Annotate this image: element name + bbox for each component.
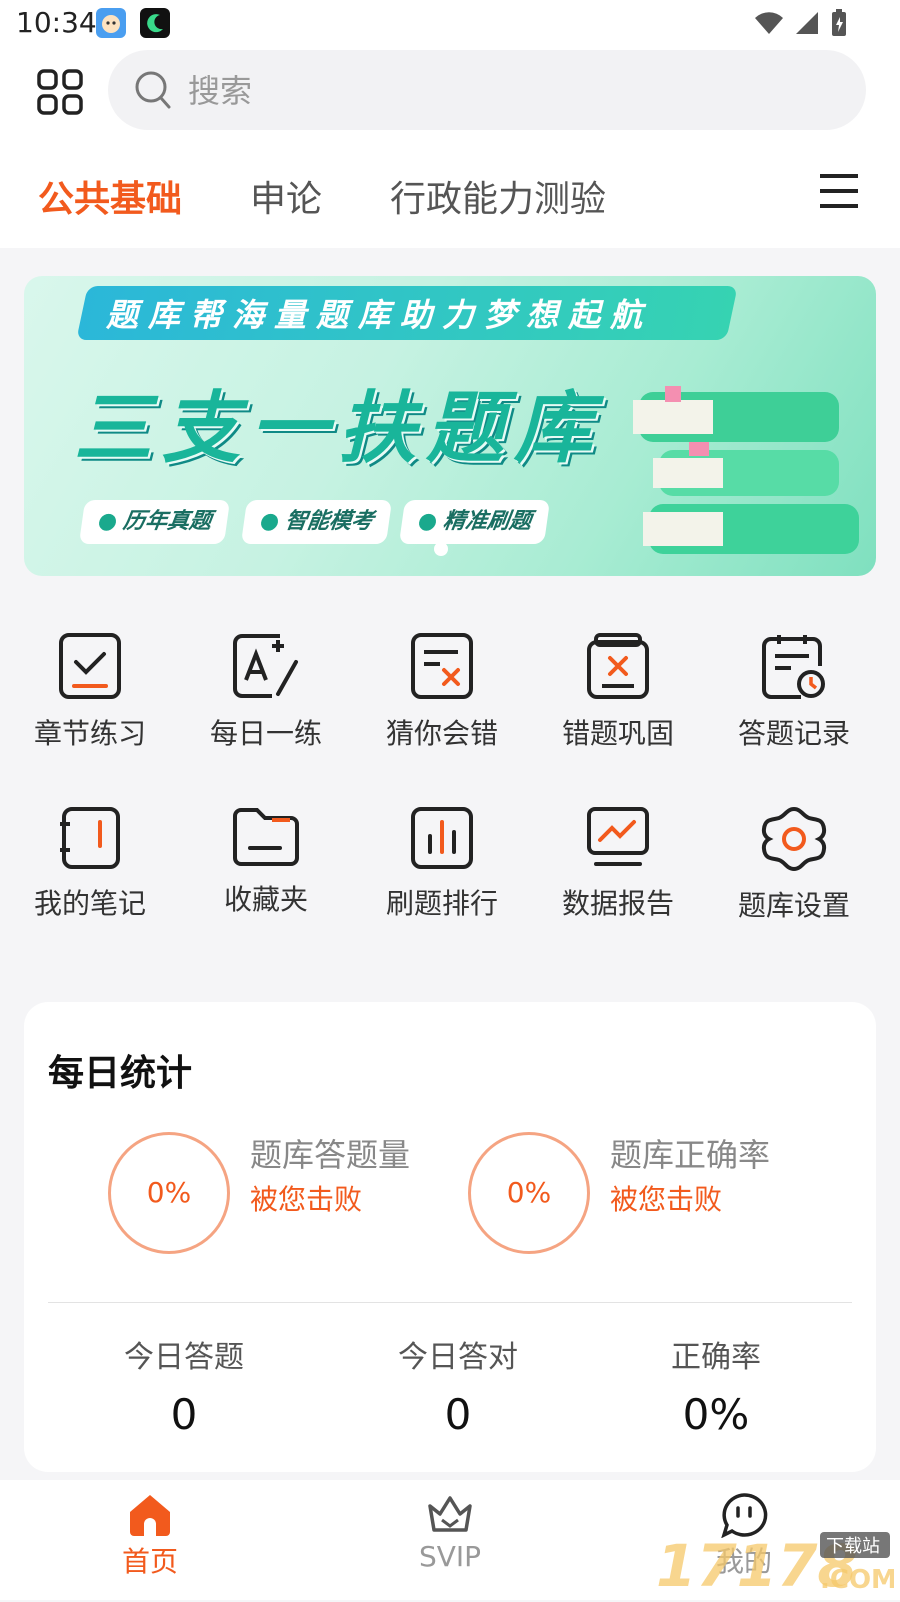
category-tabs: 公共基础 申论 行政能力测验 [0,170,900,230]
stat-label: 正确率 [671,1340,761,1375]
ring-sub: 被您击败 [250,1183,363,1216]
stat-label: 今日答对 [398,1340,518,1375]
apps-grid-icon[interactable] [36,68,84,116]
ring-label: 题库答题量 [250,1136,411,1174]
svg-text:.COM: .COM [820,1565,894,1595]
notes-icon [60,807,120,869]
stat-label: 今日答题 [124,1340,244,1375]
books-illustration [633,386,859,554]
stat-value: 0% [682,1390,750,1439]
banner-title: 三支一扶题库 [74,384,603,474]
feature-label: 答题记录 [737,717,850,750]
notification-app-icon [96,8,126,38]
search-icon [135,71,171,109]
feature-wrong-review[interactable]: 错题巩固 [528,632,708,782]
feature-label: 章节练习 [33,717,146,750]
notification-moon-icon [140,8,170,38]
chapter-practice-icon [59,633,121,699]
folder-icon [233,808,299,866]
site-watermark: 17178 下载站 .COM [654,1528,897,1600]
wifi-icon [755,12,783,34]
header: 搜索 公共基础 申论 行政能力测验 [0,48,900,248]
feature-label: 刷题排行 [385,887,498,920]
report-icon [587,807,649,866]
guess-wrong-icon [411,633,473,699]
stat-value: 0 [444,1390,472,1439]
ring-sub: 被您击败 [610,1183,723,1216]
answer-record-icon [762,635,825,699]
feature-favorites[interactable]: 收藏夹 [176,806,356,956]
tab-essay[interactable]: 申论 [250,170,322,222]
feature-chapter-practice[interactable]: 章节练习 [0,632,180,782]
daily-stats-title: 每日统计 [48,1053,193,1094]
tab-public-basics[interactable]: 公共基础 [38,170,182,222]
ranking-icon [411,807,473,869]
banner-ribbon-text: 题库帮海量题库助力梦想起航 [106,296,653,334]
feature-label: 题库设置 [737,889,850,922]
nav-label: SVIP [418,1540,482,1573]
feature-data-report[interactable]: 数据报告 [528,806,708,956]
divider [48,1302,852,1303]
crown-icon [428,1496,472,1532]
home-icon [130,1495,170,1536]
nav-home[interactable]: 首页 [70,1492,230,1580]
daily-stats-card: 每日统计 0% 题库答题量 被您击败 0% 题库正确率 被您击败 今日答题 0 … [24,1002,876,1472]
feature-label: 猜你会错 [385,717,498,750]
status-bar: 10:34 [0,0,900,48]
stat-today-correct: 今日答对 0 [338,1332,578,1439]
stat-accuracy: 正确率 0% [596,1332,836,1439]
stat-today-answered: 今日答题 0 [64,1332,304,1439]
settings-icon [761,806,827,872]
feature-label: 错题巩固 [561,717,674,750]
ring-answer-volume: 0% [108,1132,230,1254]
banner-tag: 历年真题 [78,500,231,544]
wrong-review-icon [587,633,649,699]
banner-tag: 精准刷题 [398,500,551,544]
ring-label: 题库正确率 [610,1136,771,1174]
status-time: 10:34 [16,6,97,39]
feature-daily-practice[interactable]: 每日一练 [176,632,356,782]
daily-practice-icon [233,634,298,698]
feature-bank-settings[interactable]: 题库设置 [704,806,884,956]
feature-guess-wrong[interactable]: 猜你会错 [352,632,532,782]
battery-icon [832,9,846,36]
tab-aptitude-test[interactable]: 行政能力测验 [390,170,606,222]
nav-label: 首页 [121,1545,178,1578]
feature-label: 每日一练 [209,717,322,750]
feature-label: 我的笔记 [33,887,146,920]
menu-icon[interactable] [818,170,860,212]
search-placeholder: 搜索 [188,72,253,110]
signal-icon [796,12,818,34]
search-bar[interactable]: 搜索 [108,50,866,130]
promo-banner[interactable]: 题库帮海量题库助力梦想起航 三支一扶题库 历年真题 智能模考 精准刷题 [24,276,876,576]
banner-tag: 智能模考 [240,500,393,544]
feature-notes[interactable]: 我的笔记 [0,806,180,956]
feature-answer-record[interactable]: 答题记录 [704,632,884,782]
stat-value: 0 [170,1390,198,1439]
carousel-indicator [434,542,448,556]
feature-label: 数据报告 [561,887,674,920]
svg-text:下载站: 下载站 [826,1536,880,1557]
nav-svip[interactable]: SVIP [370,1492,530,1573]
ring-accuracy: 0% [468,1132,590,1254]
feature-label: 收藏夹 [223,883,308,916]
feature-ranking[interactable]: 刷题排行 [352,806,532,956]
